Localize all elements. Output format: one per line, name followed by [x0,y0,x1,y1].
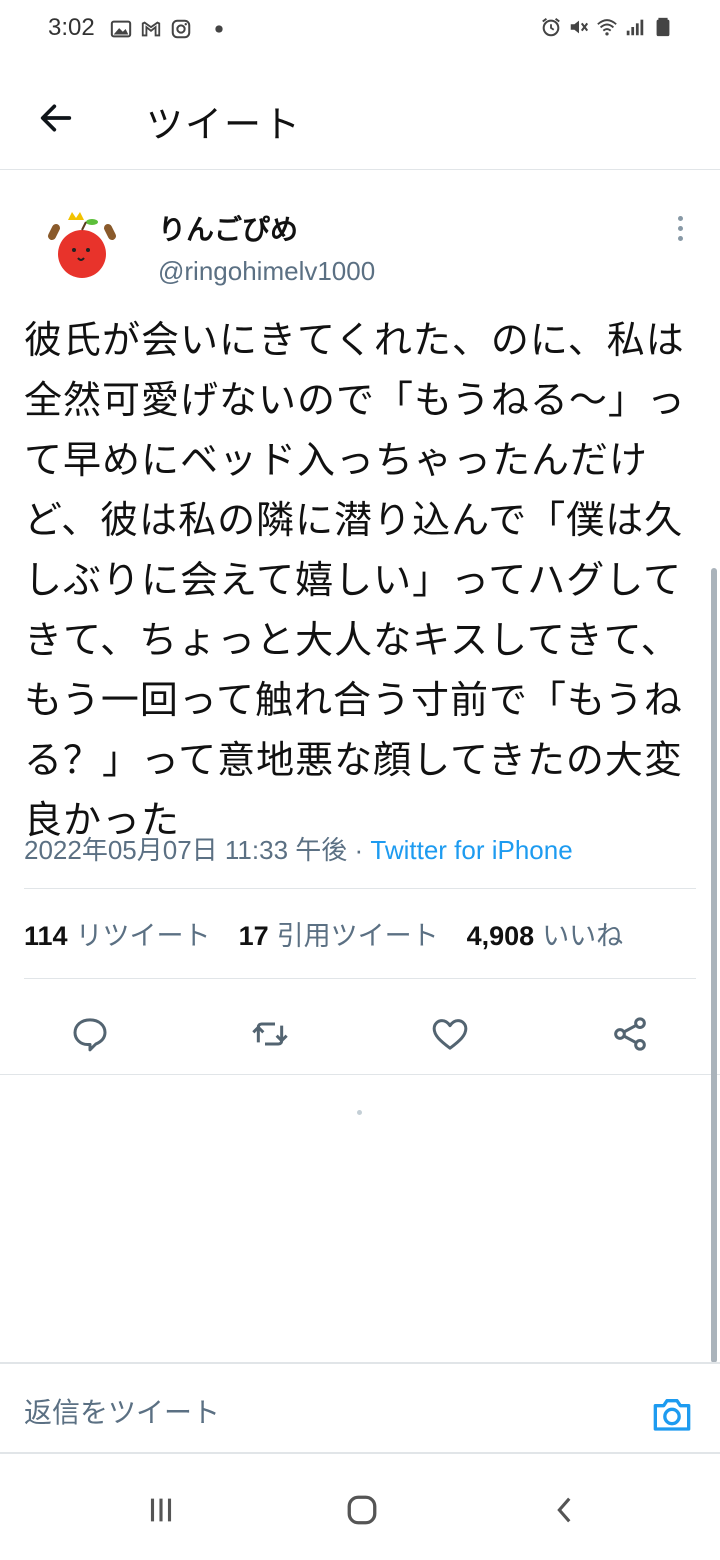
gallery-icon [110,20,132,38]
camera-icon [653,1399,691,1431]
loading-indicator [357,1110,362,1115]
dot-icon [215,25,223,33]
more-dot-icon [677,235,683,241]
battery-icon [656,17,670,37]
mute-icon [570,20,589,34]
likes-count: 4,908 [466,921,535,951]
more-dot-icon [677,225,683,231]
retweet-icon [252,1022,288,1046]
more-options-button[interactable] [666,210,694,246]
signal-icon [626,19,644,36]
avatar[interactable] [40,206,124,290]
share-button[interactable] [600,1004,660,1064]
scrollbar[interactable] [711,568,717,1363]
reply-button[interactable] [60,1004,120,1064]
chevron-left-icon [557,1497,571,1523]
instagram-icon [171,19,191,39]
user-handle[interactable]: @ringohimelv1000 [158,256,375,287]
heart-icon [432,1019,468,1050]
retweets-stat[interactable]: 114 リツイート [24,914,211,953]
wifi-icon [597,19,617,36]
home-icon [347,1495,377,1525]
share-icon [614,1017,646,1051]
retweets-label: リツイート [75,921,211,952]
gmail-icon [141,21,161,37]
status-bar: 3:02 [0,0,720,60]
retweets-count: 114 [24,921,68,951]
likes-stat[interactable]: 4,908 いいね [467,914,624,953]
tweet-timestamp[interactable]: 2022年05月07日 11:33 午後 [24,835,347,865]
reply-bar [0,1362,720,1454]
more-dot-icon [677,215,683,221]
camera-button[interactable] [650,1394,694,1434]
page-title: ツイート [146,103,302,146]
apple-avatar-icon [48,212,116,278]
recent-apps-button[interactable] [141,1492,181,1528]
divider [0,1074,720,1075]
tweet-actions [0,996,720,1074]
back-nav-button[interactable] [545,1492,585,1528]
quotes-label: 引用ツイート [276,921,439,952]
back-button[interactable] [28,90,84,146]
tweet-text: 彼氏が会いにきてくれた、のに、私は全然可愛げないので「もうねる〜」って早めにベッ… [24,318,686,842]
tweet-source[interactable]: Twitter for iPhone [370,835,572,865]
home-button[interactable] [342,1492,382,1528]
recent-apps-icon [150,1498,172,1522]
comment-icon [73,1018,107,1052]
like-button[interactable] [420,1004,480,1064]
alarm-icon [542,17,560,37]
divider [24,888,696,889]
system-nav-bar [0,1456,720,1560]
tweet-stats: 114 リツイート 17 引用ツイート 4,908 いいね [24,914,651,953]
tweet-meta: 2022年05月07日 11:33 午後 · Twitter for iPhon… [24,830,573,867]
likes-label: いいね [542,921,624,952]
arrow-left-icon [40,104,72,132]
status-time: 3:02 [48,14,95,41]
quotes-count: 17 [238,921,269,951]
display-name[interactable]: りんごぴめ [158,208,298,248]
reply-input[interactable] [24,1396,624,1429]
retweet-button[interactable] [240,1004,300,1064]
divider [24,978,696,979]
header: ツイート [0,60,720,170]
quotes-stat[interactable]: 17 引用ツイート [239,914,439,953]
meta-separator: · [347,835,371,865]
